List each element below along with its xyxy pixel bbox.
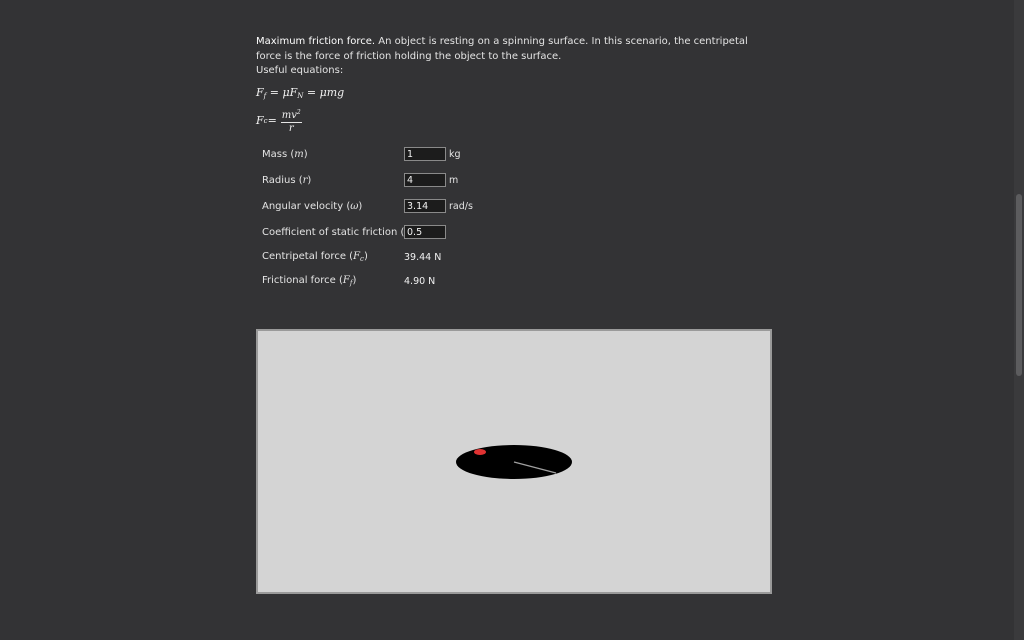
simulation-svg [456, 445, 572, 479]
angular-velocity-label-close: ) [358, 200, 363, 212]
frictional-force-row: Frictional force (Ff) 4.90 N [262, 272, 522, 290]
radius-label: Radius (r) [262, 175, 404, 186]
object-on-disk [474, 449, 486, 455]
angular-velocity-label-text: Angular velocity ( [262, 200, 351, 212]
centripetal-force-row: Centripetal force (Fc) 39.44 N [262, 248, 522, 266]
eq-friction-tail: = μmg [303, 86, 345, 99]
friction-coefficient-label-text: Coefficient of static friction ( [262, 226, 405, 238]
centripetal-force-label-text: Centripetal force ( [262, 251, 354, 262]
eq-friction-rhs: = μF [266, 86, 298, 99]
angular-velocity-unit: rad/s [449, 200, 473, 212]
radius-unit: m [449, 174, 459, 186]
radius-label-text: Radius ( [262, 174, 303, 186]
radius-row: Radius (r) m [262, 171, 522, 189]
radius-label-close: ) [307, 174, 312, 186]
mass-label: Mass (m) [262, 149, 404, 160]
mass-label-text: Mass ( [262, 148, 295, 160]
radius-input[interactable] [404, 173, 446, 187]
eq-num-exponent: 2 [296, 109, 301, 116]
content-panel: Maximum friction force. An object is res… [256, 35, 776, 287]
mass-symbol: m [294, 148, 304, 160]
eq-centripetal-symbol: F [256, 114, 264, 127]
eq-centripetal-denominator: r [288, 123, 294, 134]
centripetal-force-label: Centripetal force (Fc) [262, 251, 404, 263]
frictional-force-value: 4.90 N [404, 275, 436, 287]
mass-label-close: ) [303, 148, 308, 160]
friction-equation: Ff = μFN = μmg [256, 86, 344, 100]
intro-paragraph: Maximum friction force. An object is res… [256, 35, 756, 64]
friction-coefficient-row: Coefficient of static friction (μ) [262, 223, 522, 241]
eq-centripetal-equals: = [267, 114, 277, 127]
scrollbar-thumb[interactable] [1016, 194, 1022, 376]
frictional-force-label: Frictional force (Ff) [262, 275, 404, 287]
eq-num-text: mv [281, 110, 297, 121]
frictional-force-label-close: ) [352, 275, 357, 286]
mass-input[interactable] [404, 147, 446, 161]
simulation-canvas[interactable] [256, 329, 772, 594]
centripetal-force-label-close: ) [363, 251, 368, 262]
eq-centripetal-numerator: mv2 [280, 107, 302, 123]
angular-velocity-label: Angular velocity (ω) [262, 201, 404, 212]
friction-coefficient-input[interactable] [404, 225, 446, 239]
useful-equations-label: Useful equations: [256, 65, 344, 76]
eq-centripetal-fraction: mv2 r [280, 107, 302, 134]
angular-velocity-input[interactable] [404, 199, 446, 213]
eq-friction-symbol: F [256, 86, 264, 99]
mass-unit: kg [449, 148, 461, 160]
frictional-force-label-text: Frictional force ( [262, 275, 343, 286]
centripetal-force-value: 39.44 N [404, 251, 442, 263]
frictional-force-symbol: F [342, 275, 350, 286]
mass-row: Mass (m) kg [262, 145, 522, 163]
centripetal-force-symbol: F [353, 251, 361, 262]
centripetal-equation: Fc = mv2 r [256, 107, 302, 134]
friction-coefficient-label: Coefficient of static friction (μ) [262, 226, 415, 238]
page: Maximum friction force. An object is res… [0, 0, 1024, 640]
angular-velocity-row: Angular velocity (ω) rad/s [262, 197, 522, 215]
intro-title: Maximum friction force. [256, 36, 376, 47]
page-scrollbar[interactable] [1014, 0, 1024, 640]
